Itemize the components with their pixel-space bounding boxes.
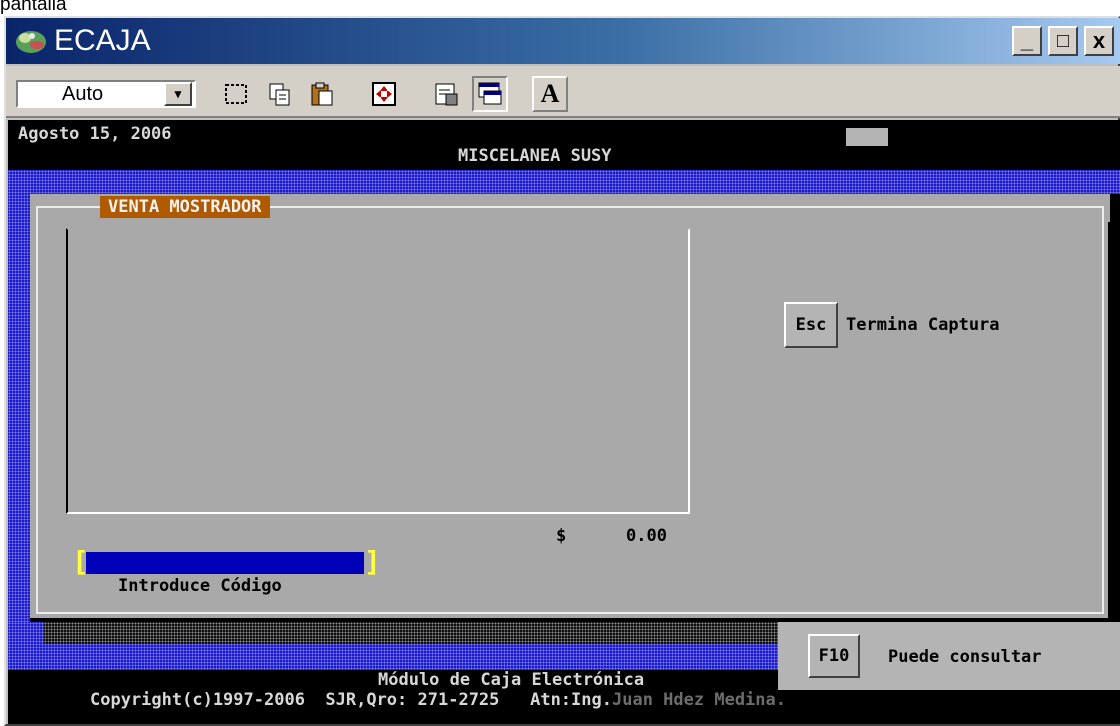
- currency-symbol: $: [556, 526, 567, 546]
- esc-hint: Termina Captura: [846, 315, 1000, 335]
- esc-key[interactable]: Esc: [784, 302, 838, 348]
- background-caption: pantalla: [0, 0, 67, 15]
- footer-module-name: Módulo de Caja Electrónica: [378, 670, 645, 690]
- pattern-band-top: [8, 170, 1120, 194]
- window-title: ECAJA: [54, 24, 151, 57]
- copy-icon[interactable]: [262, 76, 298, 112]
- close-button[interactable]: x: [1084, 26, 1114, 56]
- background-icon[interactable]: [472, 76, 508, 112]
- mark-icon[interactable]: [218, 76, 254, 112]
- font-button[interactable]: A: [532, 76, 568, 112]
- fullscreen-icon[interactable]: [366, 76, 402, 112]
- items-list[interactable]: [66, 228, 690, 514]
- title-bar[interactable]: [6, 18, 1120, 64]
- total-amount: 0.00: [626, 526, 667, 546]
- code-input-label: Introduce Código: [118, 576, 282, 596]
- panel-shadow-bottom: [44, 622, 778, 644]
- maximize-button[interactable]: □: [1048, 26, 1078, 56]
- status-indicator: [846, 128, 888, 146]
- font-size-value: Auto: [62, 83, 104, 105]
- dropdown-arrow-icon[interactable]: ▼: [164, 82, 192, 106]
- properties-icon[interactable]: [428, 76, 464, 112]
- footer-copyright: Copyright(c)1997-2006 SJR,Qro: 271-2725 …: [90, 690, 612, 710]
- f10-hint: Puede consultar: [888, 647, 1042, 667]
- minimize-button[interactable]: _: [1012, 26, 1042, 56]
- footer-author: Juan Hdez Medina.: [612, 690, 786, 710]
- date-label: Agosto 15, 2006: [18, 124, 172, 144]
- paste-icon[interactable]: [304, 76, 340, 112]
- section-title: VENTA MOSTRADOR: [100, 196, 270, 218]
- input-bracket-left: [: [72, 545, 89, 578]
- panel-shadow: [1108, 222, 1120, 622]
- store-name: MISCELANEA SUSY: [458, 146, 612, 166]
- input-bracket-right: ]: [364, 545, 381, 578]
- app-icon: [12, 26, 50, 56]
- f10-key[interactable]: F10: [808, 634, 860, 678]
- pattern-band-left: [8, 194, 30, 622]
- code-input[interactable]: [86, 552, 364, 574]
